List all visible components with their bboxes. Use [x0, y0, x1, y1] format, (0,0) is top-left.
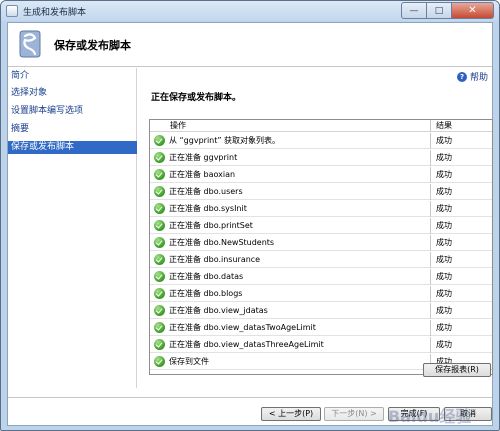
success-check-icon — [154, 152, 165, 163]
success-check-icon — [154, 322, 165, 333]
help-icon: ? — [457, 71, 467, 82]
table-row[interactable]: 正在准备 dbo.printSet 成功 — [150, 218, 492, 234]
wizard-nav: 简介 选择对象 设置脚本编写选项 摘要 保存或发布脚本 — [8, 68, 137, 388]
column-header-result[interactable]: 结果 — [436, 120, 452, 132]
nav-item-save-publish[interactable]: 保存或发布脚本 — [8, 141, 137, 154]
table-row[interactable]: 正在准备 dbo.blogs 成功 — [150, 286, 492, 302]
column-divider — [430, 167, 431, 183]
column-header-operation[interactable]: 操作 — [170, 120, 186, 132]
row-result: 成功 — [436, 170, 452, 179]
row-operation: 正在准备 baoxian — [169, 170, 236, 179]
help-link[interactable]: ? 帮助 — [457, 70, 488, 83]
script-scroll-icon — [19, 30, 41, 58]
row-result: 成功 — [436, 340, 452, 349]
nav-item-scripting-options[interactable]: 设置脚本编写选项 — [8, 105, 137, 118]
app-icon — [6, 5, 18, 17]
success-check-icon — [154, 288, 165, 299]
table-row[interactable]: 正在准备 dbo.NewStudents 成功 — [150, 235, 492, 251]
column-divider — [430, 201, 431, 217]
table-row[interactable]: 正在准备 dbo.view_jdatas 成功 — [150, 303, 492, 319]
progress-grid: 操作 结果 从 “ggvprint” 获取对象列表。 成功 正在准备 ggvprin… — [149, 119, 493, 375]
column-divider — [430, 235, 431, 251]
row-operation: 正在准备 dbo.view_datasThreeAgeLimit — [169, 340, 324, 349]
footer-divider — [8, 397, 492, 398]
column-divider[interactable] — [430, 120, 431, 132]
success-check-icon — [154, 254, 165, 265]
maximize-button[interactable]: □ — [427, 2, 452, 19]
wizard-header: 保存或发布脚本 — [8, 23, 492, 67]
previous-button[interactable]: < 上一步(P) — [261, 407, 321, 421]
nav-item-summary[interactable]: 摘要 — [8, 123, 137, 136]
title-bar[interactable]: 生成和发布脚本 — □ ✕ — [1, 1, 499, 21]
wizard-window: 生成和发布脚本 — □ ✕ 保存或发布脚本 简介 选择对象 设置脚本编写选项 摘… — [0, 0, 500, 431]
table-row[interactable]: 正在准备 dbo.sysInit 成功 — [150, 201, 492, 217]
success-check-icon — [154, 169, 165, 180]
table-row[interactable]: 正在准备 dbo.view_datasTwoAgeLimit 成功 — [150, 320, 492, 336]
success-check-icon — [154, 203, 165, 214]
page-title: 保存或发布脚本 — [54, 39, 131, 52]
column-divider — [430, 133, 431, 149]
close-button[interactable]: ✕ — [452, 2, 494, 19]
row-result: 成功 — [436, 238, 452, 247]
success-check-icon — [154, 237, 165, 248]
row-operation: 保存到文件 — [169, 357, 209, 366]
nav-item-intro[interactable]: 简介 — [8, 70, 137, 83]
success-check-icon — [154, 220, 165, 231]
window-title: 生成和发布脚本 — [23, 8, 87, 18]
table-row[interactable]: 从 “ggvprint” 获取对象列表。 成功 — [150, 133, 492, 149]
success-check-icon — [154, 339, 165, 350]
help-label: 帮助 — [470, 73, 489, 83]
table-row[interactable]: 正在准备 dbo.view_datasThreeAgeLimit 成功 — [150, 337, 492, 353]
row-result: 成功 — [436, 136, 452, 145]
table-row[interactable]: 正在准备 baoxian 成功 — [150, 167, 492, 183]
row-operation: 正在准备 dbo.printSet — [169, 221, 253, 230]
row-operation: 正在准备 dbo.view_datasTwoAgeLimit — [169, 323, 316, 332]
table-row[interactable]: 正在准备 ggvprint 成功 — [150, 150, 492, 166]
success-check-icon — [154, 305, 165, 316]
row-result: 成功 — [436, 306, 452, 315]
wizard-client: 保存或发布脚本 简介 选择对象 设置脚本编写选项 摘要 保存或发布脚本 ? 帮助… — [7, 22, 493, 426]
row-operation: 正在准备 dbo.view_jdatas — [169, 306, 268, 315]
status-text: 正在保存或发布脚本。 — [151, 93, 242, 103]
nav-item-select-objects[interactable]: 选择对象 — [8, 87, 137, 100]
row-operation: 从 “ggvprint” 获取对象列表。 — [169, 136, 281, 145]
table-row[interactable]: 正在准备 dbo.insurance 成功 — [150, 252, 492, 268]
success-check-icon — [154, 135, 165, 146]
table-row[interactable]: 正在准备 dbo.users 成功 — [150, 184, 492, 200]
row-operation: 正在准备 dbo.sysInit — [169, 204, 247, 213]
success-check-icon — [154, 186, 165, 197]
column-divider — [430, 252, 431, 268]
row-operation: 正在准备 dbo.blogs — [169, 289, 243, 298]
row-operation: 正在准备 dbo.users — [169, 187, 243, 196]
table-row[interactable]: 正在准备 dbo.datas 成功 — [150, 269, 492, 285]
grid-header: 操作 结果 — [150, 120, 492, 132]
column-divider — [430, 150, 431, 166]
column-divider — [430, 303, 431, 319]
column-divider — [430, 286, 431, 302]
row-result: 成功 — [436, 221, 452, 230]
row-result: 成功 — [436, 323, 452, 332]
save-report-button[interactable]: 保存报表(R) — [423, 363, 491, 377]
column-divider — [430, 218, 431, 234]
row-operation: 正在准备 dbo.insurance — [169, 255, 261, 264]
next-button[interactable]: 下一步(N) > — [324, 407, 384, 421]
row-operation: 正在准备 ggvprint — [169, 153, 238, 162]
row-operation: 正在准备 dbo.NewStudents — [169, 238, 275, 247]
row-result: 成功 — [436, 204, 452, 213]
window-controls: — □ ✕ — [401, 2, 494, 19]
column-divider — [430, 320, 431, 336]
column-divider — [430, 184, 431, 200]
column-divider — [430, 337, 431, 353]
row-result: 成功 — [436, 153, 452, 162]
row-result: 成功 — [436, 255, 452, 264]
column-divider — [430, 269, 431, 285]
row-result: 成功 — [436, 289, 452, 298]
row-operation: 正在准备 dbo.datas — [169, 272, 244, 281]
watermark-logo: Baidu经验 — [388, 407, 472, 426]
row-result: 成功 — [436, 187, 452, 196]
minimize-button[interactable]: — — [401, 2, 427, 19]
success-check-icon — [154, 271, 165, 282]
success-check-icon — [154, 356, 165, 367]
row-result: 成功 — [436, 272, 452, 281]
